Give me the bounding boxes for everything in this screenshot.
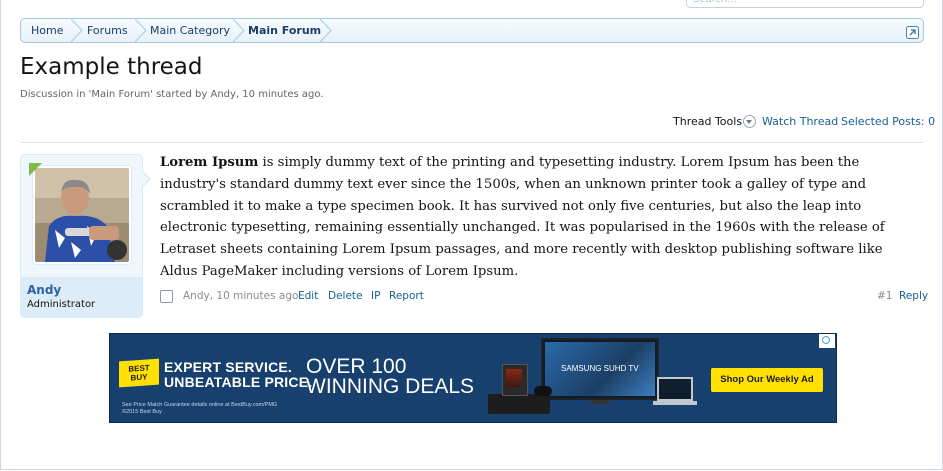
message-bold-text: Lorem Ipsum	[160, 155, 259, 170]
thread-tools-label: Thread Tools	[673, 115, 743, 128]
chevron-down-icon	[743, 114, 757, 128]
breadcrumb-separator	[71, 19, 83, 42]
game-box-image	[502, 364, 528, 396]
jump-to-icon[interactable]	[906, 24, 919, 39]
shop-weekly-ad-button[interactable]: Shop Our Weekly Ad	[711, 368, 823, 392]
online-indicator-icon	[29, 163, 42, 176]
ip-link[interactable]: IP	[371, 289, 380, 303]
ad-offer-2: WINNING DEALS	[306, 375, 475, 398]
search-input[interactable]: Search...	[686, 0, 924, 8]
breadcrumb-main-category[interactable]: Main Category	[150, 19, 230, 42]
ad-fine-print: See Price Match Guarantee details online…	[122, 402, 278, 415]
edit-link[interactable]: Edit	[298, 289, 318, 303]
best-buy-logo: BEST BUY	[119, 358, 159, 388]
reply-link[interactable]: Reply	[899, 289, 928, 303]
ad-choices-icon[interactable]	[819, 334, 835, 348]
tv-stand	[591, 400, 609, 404]
message-arrow-inner	[141, 171, 149, 187]
ad-headline-1: EXPERT SERVICE.	[164, 359, 293, 375]
thread-tools-menu[interactable]: Thread Tools	[673, 114, 757, 129]
console-image	[488, 394, 550, 414]
breadcrumb-forums[interactable]: Forums	[87, 19, 128, 42]
breadcrumb-home[interactable]: Home	[31, 19, 63, 42]
message-user-info: Andy Administrator	[20, 154, 143, 318]
breadcrumb-separator	[233, 19, 245, 42]
report-link[interactable]: Report	[389, 289, 424, 303]
divider	[20, 142, 924, 143]
breadcrumb-main-forum[interactable]: Main Forum	[248, 19, 321, 42]
post-number[interactable]: #1	[877, 289, 892, 303]
thread-meta: Discussion in 'Main Forum' started by An…	[20, 89, 324, 100]
breadcrumb-separator	[135, 19, 147, 42]
ad-banner[interactable]: BEST BUY EXPERT SERVICE. UNBEATABLE PRIC…	[109, 333, 837, 423]
post-date[interactable]: Andy, 10 minutes ago	[183, 289, 298, 303]
user-title: Administrator	[27, 299, 96, 310]
breadcrumb: Home Forums Main Category Main Forum	[20, 18, 924, 43]
delete-link[interactable]: Delete	[328, 289, 363, 303]
laptop-image	[653, 377, 697, 405]
message-text: is simply dummy text of the printing and…	[160, 155, 885, 279]
message-body: Lorem Ipsum is simply dummy text of the …	[160, 152, 920, 283]
selected-posts-link[interactable]: Selected Posts: 0	[841, 115, 935, 129]
controller-image	[534, 386, 552, 396]
avatar[interactable]	[32, 165, 132, 265]
select-post-checkbox[interactable]	[160, 290, 173, 303]
watch-thread-link[interactable]: Watch Thread	[762, 115, 838, 129]
avatar-photo	[35, 168, 129, 262]
breadcrumb-separator	[320, 19, 332, 42]
user-name-box: Andy Administrator	[21, 277, 142, 317]
tv-image: SAMSUNG SUHD TV	[541, 338, 659, 400]
username-link[interactable]: Andy	[27, 283, 61, 297]
ad-headline-2: UNBEATABLE PRICE.	[164, 374, 313, 390]
page-title: Example thread	[20, 54, 203, 80]
